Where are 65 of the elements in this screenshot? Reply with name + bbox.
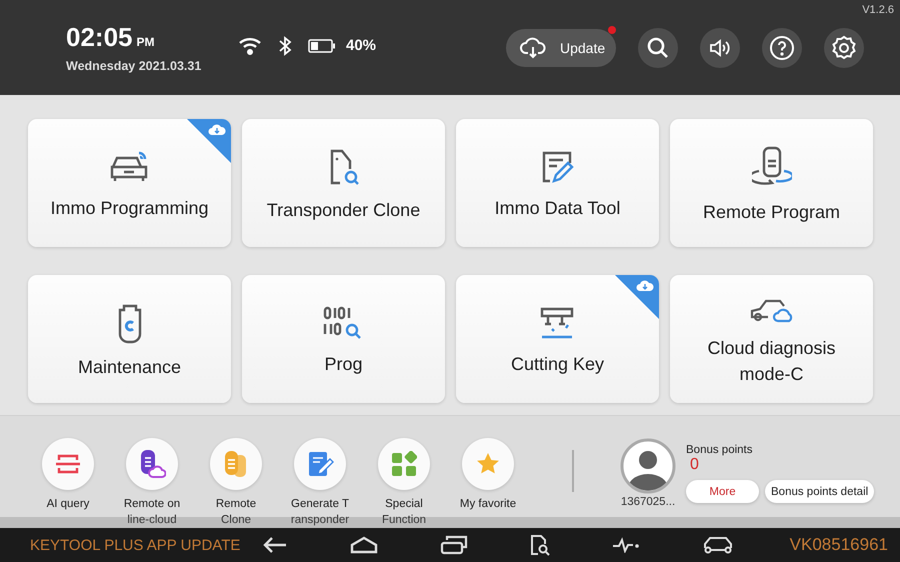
settings-button[interactable] xyxy=(824,28,864,68)
help-icon xyxy=(769,34,795,60)
more-button[interactable]: More xyxy=(686,480,759,503)
cloud-download-icon xyxy=(520,36,546,58)
module-label: Prog xyxy=(324,352,363,376)
wifi-icon xyxy=(238,36,262,54)
back-button[interactable] xyxy=(262,535,288,555)
update-button[interactable]: Update xyxy=(506,28,616,66)
module-card[interactable]: Transponder Clone xyxy=(242,119,445,247)
module-card[interactable]: Remote Program xyxy=(670,119,873,247)
user-id: 1367025... xyxy=(620,496,676,508)
search-button[interactable] xyxy=(638,28,678,68)
module-label: Cloud diagnosis mode-C xyxy=(706,336,837,386)
update-notice-text: KEYTOOL PLUS APP UPDATE xyxy=(30,536,240,554)
bonus-points-value: 0 xyxy=(690,456,699,473)
module-label: Cutting Key xyxy=(510,352,604,376)
battery-percent: 40% xyxy=(346,37,376,54)
pulse-button[interactable] xyxy=(612,537,640,553)
note-pencil-icon xyxy=(306,450,334,478)
module-label: Immo Programming xyxy=(50,197,209,220)
module-label: Immo Data Tool xyxy=(494,197,620,220)
serial-number: VK08516961 xyxy=(790,535,888,555)
shortcut-label: Special Function xyxy=(382,497,426,528)
battery-icon xyxy=(308,38,336,52)
module-card[interactable]: Prog xyxy=(242,274,445,402)
pulse-icon xyxy=(612,537,640,553)
apps-icon xyxy=(391,451,417,477)
module-label: Maintenance xyxy=(78,356,182,378)
module-label: Transponder Clone xyxy=(266,199,420,222)
clock-time: 02:05 PM xyxy=(66,22,156,54)
search-icon xyxy=(646,36,670,60)
shortcut-label: AI query xyxy=(46,497,90,512)
document-search-button[interactable] xyxy=(530,534,550,556)
home-button[interactable] xyxy=(350,536,378,554)
avatar xyxy=(620,438,676,494)
module-card[interactable]: Immo Programming xyxy=(28,119,231,247)
module-card[interactable]: Cloud diagnosis mode-C xyxy=(670,274,873,402)
module-card[interactable]: Immo Data Tool xyxy=(456,119,659,247)
remote-cloud-icon xyxy=(138,448,166,480)
shortcut-label: Remote on line-cloud xyxy=(124,497,180,528)
shortcut-label: Generate T ransponder xyxy=(290,497,350,528)
bonus-detail-button[interactable]: Bonus points detail xyxy=(765,480,874,503)
scan-icon xyxy=(55,453,81,475)
recent-apps-button[interactable] xyxy=(440,535,468,555)
shortcut-button[interactable] xyxy=(42,438,94,490)
shortcut-button[interactable] xyxy=(126,438,178,490)
sound-button[interactable] xyxy=(700,28,740,68)
document-search-icon xyxy=(530,534,550,556)
shortcut-label: Remote Clone xyxy=(216,497,256,528)
version-label: V1.2.6 xyxy=(862,4,894,16)
recent-apps-icon xyxy=(440,535,468,555)
shortcut-button[interactable] xyxy=(294,438,346,490)
car-icon xyxy=(702,535,734,555)
settings-icon xyxy=(831,34,857,60)
bluetooth-icon xyxy=(278,36,292,56)
shortcut-label: My favorite xyxy=(460,497,516,512)
help-button[interactable] xyxy=(762,28,802,68)
car-button[interactable] xyxy=(702,535,734,555)
module-label: Remote Program xyxy=(702,201,840,224)
back-icon xyxy=(262,535,288,555)
home-icon xyxy=(350,536,378,554)
module-card[interactable]: Cutting Key xyxy=(456,274,659,402)
date-label: Wednesday 2021.03.31 xyxy=(66,58,202,72)
bonus-points-label: Bonus points xyxy=(686,444,754,456)
module-card[interactable]: Maintenance xyxy=(28,274,231,402)
